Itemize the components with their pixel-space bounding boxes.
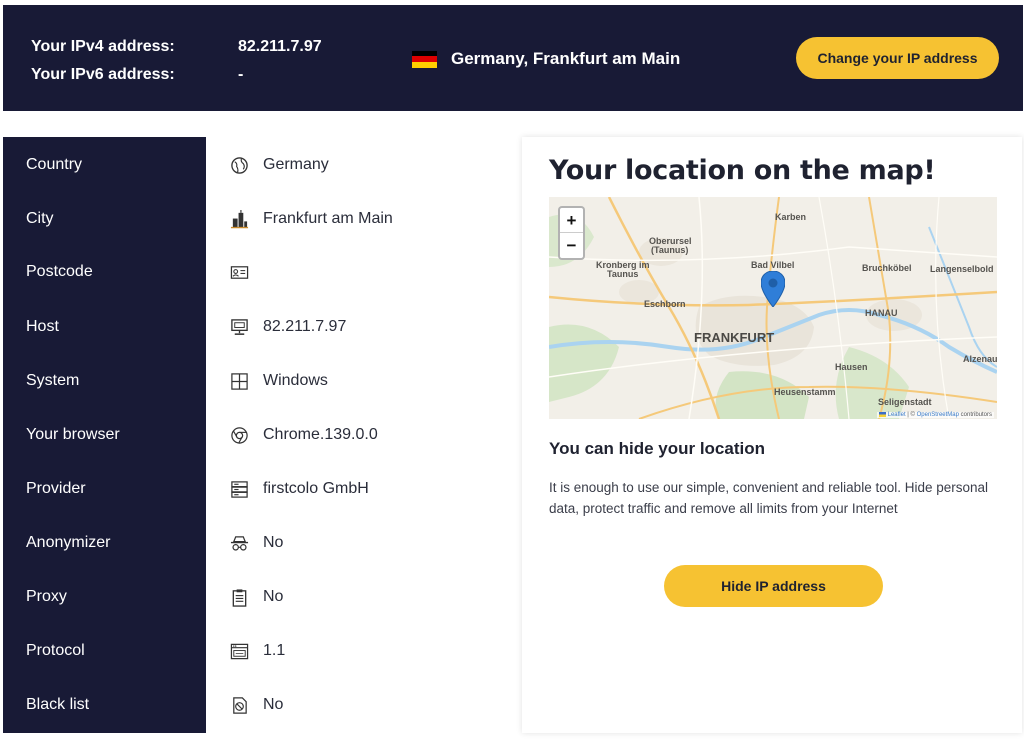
map-label-eschborn: Eschborn [644,299,686,309]
info-label-provider: Provider [26,480,86,497]
ip-labels: Your IPv4 address: Your IPv6 address: [31,33,175,89]
info-label-proxy: Proxy [26,588,67,605]
map-label-bruchkobel: Bruchköbel [862,263,912,273]
map-label-frankfurt: FRANKFURT [694,330,775,345]
hide-ip-button[interactable]: Hide IP address [664,565,883,607]
info-value-row: No [229,693,283,717]
server-icon [229,479,249,499]
hide-location-title: You can hide your location [549,439,765,458]
map-zoom-out-button[interactable]: − [560,233,583,258]
ip-header-bar: Your IPv4 address: Your IPv6 address: 82… [3,5,1023,111]
info-value-row [229,260,263,284]
clipboard-icon [229,587,249,607]
info-value-text: Chrome.139.0.0 [263,426,378,443]
geo-location: Germany, Frankfurt am Main [412,49,680,69]
map-label-hausen: Hausen [835,362,868,372]
chrome-icon [229,425,249,445]
info-value-row: Chrome.139.0.0 [229,423,378,447]
map-pin-icon[interactable] [760,270,786,312]
map-label-hanau: HANAU [865,308,898,318]
blocked-list-icon [229,695,249,715]
info-label-host: Host [26,318,59,335]
openstreetmap-link[interactable]: OpenStreetMap [917,412,959,418]
info-value-text: 1.1 [263,642,286,659]
info-value-text: No [263,696,284,713]
info-label-protocol: Protocol [26,642,85,659]
postcode-card-icon [229,262,249,282]
info-label-country: Country [26,156,83,173]
geo-location-text: Germany, Frankfurt am Main [451,49,681,68]
attribution-tail: contributors [958,412,992,418]
info-label-city: City [26,210,54,227]
info-value-row: No [229,585,283,609]
info-value-text: No [263,588,284,605]
info-value-text: 82.211.7.97 [263,318,347,335]
info-value-row: Germany [229,153,329,177]
city-buildings-icon [229,209,249,229]
windows-icon [229,371,249,391]
map-label-karben: Karben [775,212,807,222]
info-value-text: Frankfurt am Main [263,210,393,227]
map-label-heusenstamm: Heusenstamm [774,387,836,397]
location-map[interactable]: Karben Oberursel (Taunus) Kronberg im Ta… [549,197,997,419]
ukraine-flag-icon [878,411,886,417]
map-label-alzenau: Alzenau [963,354,997,364]
info-value-text: firstcolo GmbH [263,480,369,497]
ipv4-label: Your IPv4 address: [31,38,175,55]
info-value-text: Windows [263,372,328,389]
info-value-row: 1.1 [229,639,285,663]
browser-window-icon [229,641,249,661]
map-label-langenselbold: Langenselbold [930,264,994,274]
map-label-kronberg-taunus: Taunus [607,269,639,279]
map-label-seligenstadt: Seligenstadt [878,397,932,407]
info-value-row: firstcolo GmbH [229,477,369,501]
info-value-text: No [263,534,284,551]
map-card: Your location on the map! Karben Oberurs… [522,137,1022,733]
map-card-title: Your location on the map! [549,155,936,186]
germany-flag-icon [412,50,437,68]
info-value-row: 82.211.7.97 [229,315,346,339]
map-label-bad-vilbel: Bad Vilbel [751,260,795,270]
info-label-black-list: Black list [26,696,90,713]
info-value-text: Germany [263,156,329,173]
globe-icon [229,155,249,175]
leaflet-link[interactable]: Leaflet [888,412,906,418]
spy-icon [229,533,249,553]
hide-location-description: It is enough to use our simple, convenie… [549,480,989,516]
map-zoom-control: + − [558,206,585,260]
info-label-postcode: Postcode [26,263,93,280]
info-value-row: No [229,531,283,555]
ipv4-value: 82.211.7.97 [238,38,322,55]
monitor-icon [229,317,249,337]
map-zoom-in-button[interactable]: + [560,208,583,233]
attribution-separator: | © [905,412,917,418]
ip-values: 82.211.7.97 - [238,33,322,89]
info-label-your-browser: Your browser [26,426,120,443]
change-ip-button[interactable]: Change your IP address [796,37,999,79]
ipv6-value: - [238,66,244,83]
map-attribution: Leaflet | © OpenStreetMap contributors [876,411,994,418]
map-label-taunus: (Taunus) [651,245,689,255]
info-value-row: Frankfurt am Main [229,207,393,231]
info-label-system: System [26,372,80,389]
info-label-anonymizer: Anonymizer [26,534,111,551]
info-value-row: Windows [229,369,328,393]
ipv6-label: Your IPv6 address: [31,66,175,83]
